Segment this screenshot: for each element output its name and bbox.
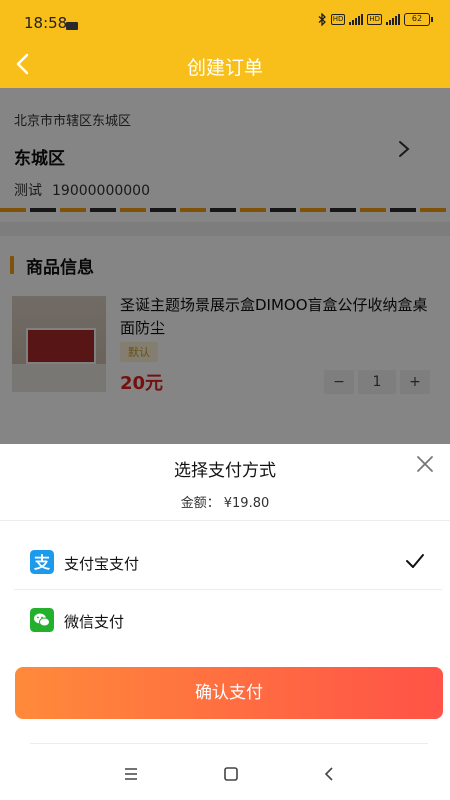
divider xyxy=(30,743,428,744)
back-icon[interactable] xyxy=(318,762,342,786)
wechat-label: 微信支付 xyxy=(64,613,125,631)
amount-value: ¥19.80 xyxy=(223,496,270,511)
status-time: 18:58 xyxy=(24,14,68,32)
header: 创建订单 xyxy=(0,40,450,88)
system-nav-bar xyxy=(0,748,450,800)
page-title: 创建订单 xyxy=(186,57,263,79)
payment-sheet: 选择支付方式 金额： ¥19.80 支 支付宝支付 微信支付 确认支付 xyxy=(0,444,450,800)
menu-icon[interactable] xyxy=(119,762,143,786)
divider xyxy=(0,520,450,521)
svg-text:支: 支 xyxy=(33,553,51,572)
battery-icon: 62 xyxy=(404,13,433,26)
alipay-label: 支付宝支付 xyxy=(64,555,140,573)
payment-option-alipay[interactable]: 支 支付宝支付 xyxy=(0,534,450,590)
close-icon[interactable] xyxy=(413,452,437,476)
signal-icon-1 xyxy=(349,14,364,25)
wechat-icon xyxy=(30,608,54,632)
status-bar: 18:58 HD HD 62 xyxy=(0,0,450,40)
amount-label: 金额： xyxy=(180,496,220,511)
status-icons: HD HD 62 xyxy=(318,13,433,26)
check-icon xyxy=(406,554,424,568)
home-icon[interactable] xyxy=(219,762,243,786)
alipay-icon: 支 xyxy=(30,550,54,574)
bluetooth-icon xyxy=(318,13,326,26)
hd-badge-2: HD xyxy=(367,14,382,25)
confirm-payment-button[interactable]: 确认支付 xyxy=(15,667,443,719)
divider xyxy=(14,589,442,590)
sim-icon xyxy=(66,22,78,30)
payment-option-wechat[interactable]: 微信支付 xyxy=(0,592,450,648)
payment-sheet-title: 选择支付方式 xyxy=(174,461,276,481)
modal-backdrop[interactable] xyxy=(0,88,450,444)
signal-icon-2 xyxy=(386,14,400,25)
hd-badge-1: HD xyxy=(330,14,346,25)
payment-amount: 金额： ¥19.80 xyxy=(0,492,450,511)
